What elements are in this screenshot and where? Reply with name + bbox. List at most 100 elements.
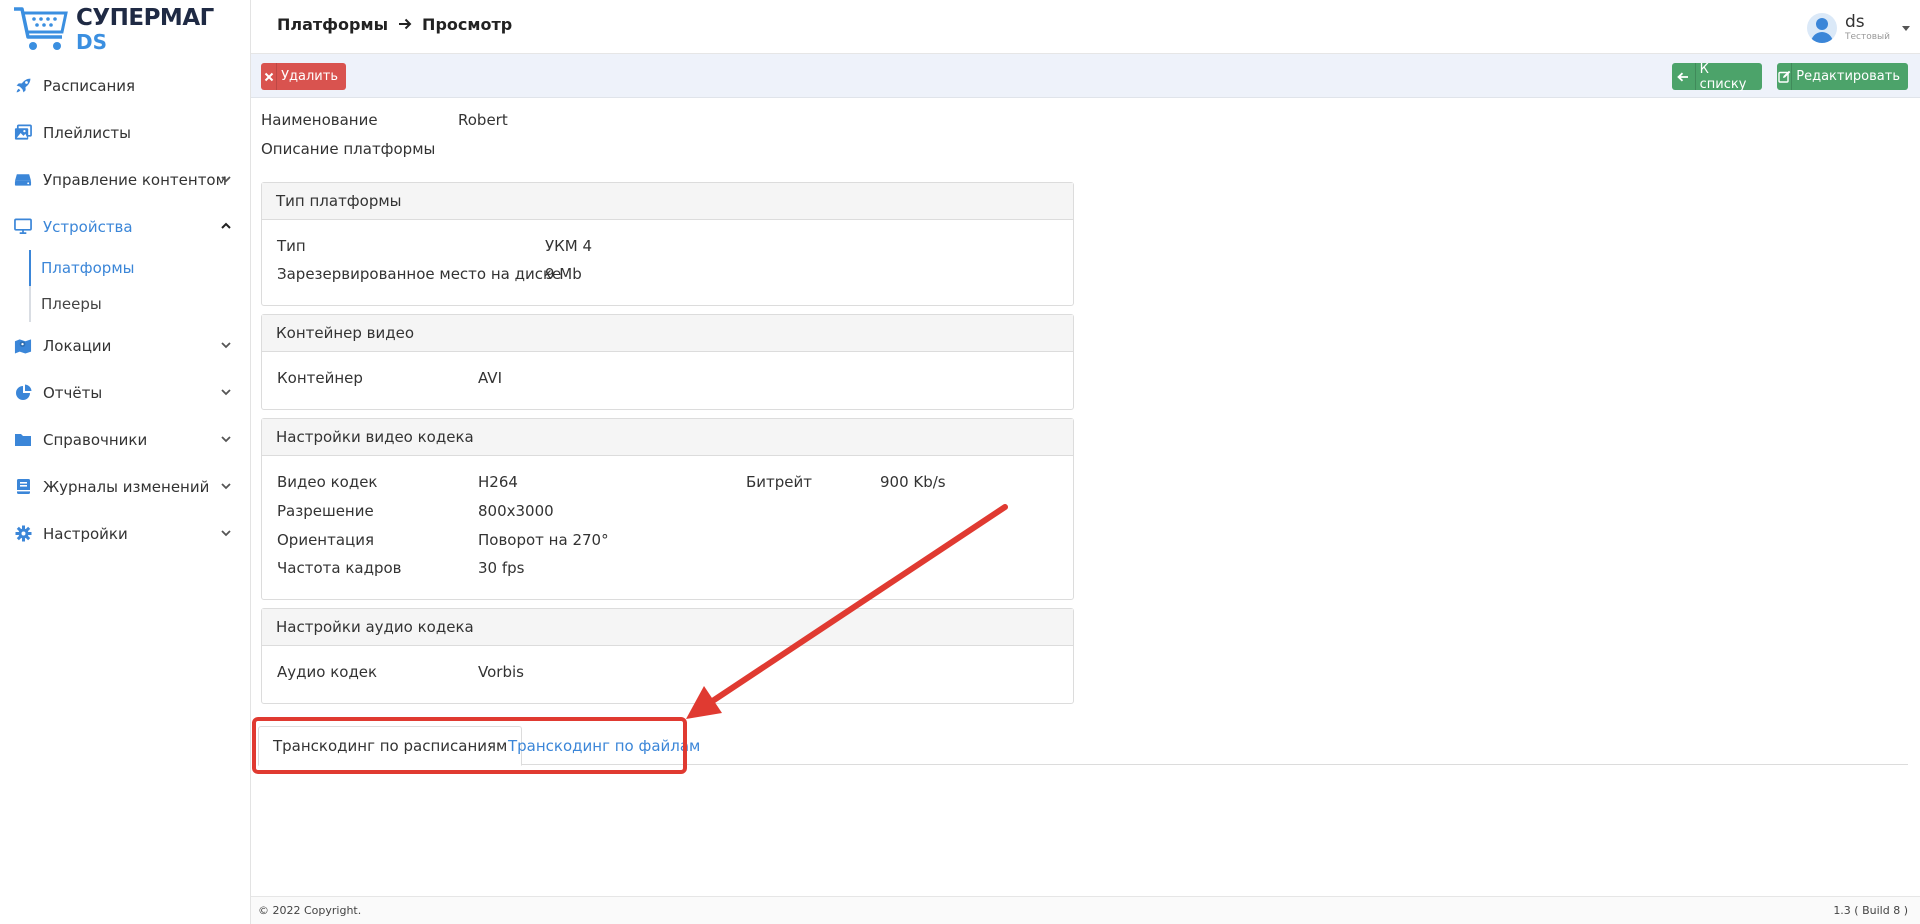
sidebar: СУПЕРМАГ DS Расписания Плейлисты Управле… bbox=[0, 0, 251, 924]
video-container-panel: Контейнер видео Контейнер AVI bbox=[261, 314, 1074, 410]
sidebar-item-reports[interactable]: Отчёты bbox=[0, 369, 250, 416]
sidebar-item-label: Расписания bbox=[43, 76, 136, 95]
sidebar-nav: Расписания Плейлисты Управление контенто… bbox=[0, 62, 250, 557]
sidebar-item-references[interactable]: Справочники bbox=[0, 416, 250, 463]
tab-file-transcoding[interactable]: Транскодинг по файлам bbox=[494, 726, 714, 765]
panel-title: Настройки видео кодека bbox=[262, 419, 1073, 456]
sidebar-item-label: Устройства bbox=[43, 217, 133, 236]
close-icon bbox=[261, 63, 278, 90]
panel-title: Тип платформы bbox=[262, 183, 1073, 220]
orientation-value: Поворот на 270° bbox=[478, 531, 609, 549]
book-icon bbox=[14, 478, 32, 496]
sidebar-subitem-platforms[interactable]: Платформы bbox=[31, 250, 250, 286]
sidebar-subitem-players[interactable]: Плееры bbox=[31, 286, 250, 322]
folder-icon bbox=[14, 431, 32, 449]
user-info: ds Тестовый bbox=[1845, 14, 1890, 42]
video-codec-panel: Настройки видео кодека Видео кодек H264 … bbox=[261, 418, 1074, 600]
container-label: Контейнер bbox=[277, 369, 363, 387]
drive-icon bbox=[14, 171, 32, 189]
sidebar-item-label: Журналы изменений bbox=[43, 477, 210, 496]
breadcrumb-platforms[interactable]: Платформы bbox=[277, 15, 388, 34]
logo[interactable]: СУПЕРМАГ DS bbox=[12, 4, 214, 54]
video-codec-value: H264 bbox=[478, 473, 518, 491]
images-icon bbox=[14, 124, 32, 142]
type-label: Тип bbox=[277, 237, 306, 255]
sidebar-item-label: Отчёты bbox=[43, 383, 103, 402]
cart-logo-icon bbox=[12, 5, 70, 53]
sidebar-item-settings[interactable]: Настройки bbox=[0, 510, 250, 557]
pie-chart-icon bbox=[14, 384, 32, 402]
sidebar-item-label: Справочники bbox=[43, 430, 148, 449]
fps-value: 30 fps bbox=[478, 559, 525, 577]
description-label: Описание платформы bbox=[261, 140, 436, 158]
audio-codec-label: Аудио кодек bbox=[277, 663, 378, 681]
sidebar-item-playlists[interactable]: Плейлисты bbox=[0, 109, 250, 156]
delete-button[interactable]: Удалить bbox=[261, 63, 346, 90]
resolution-value: 800x3000 bbox=[478, 502, 554, 520]
edit-button[interactable]: Редактировать bbox=[1777, 63, 1908, 90]
edit-label: Редактировать bbox=[1796, 69, 1900, 84]
sidebar-subitem-label: Платформы bbox=[41, 259, 135, 277]
caret-down-icon bbox=[1902, 25, 1910, 31]
chevron-down-icon bbox=[221, 482, 231, 489]
edit-icon bbox=[1777, 63, 1793, 90]
back-label: К списку bbox=[1699, 61, 1747, 92]
sidebar-item-label: Локации bbox=[43, 336, 112, 355]
sidebar-item-label: Управление контентом bbox=[43, 170, 227, 189]
logo-text: СУПЕРМАГ DS bbox=[76, 4, 214, 54]
audio-codec-value: Vorbis bbox=[478, 663, 524, 681]
fps-label: Частота кадров bbox=[277, 559, 402, 577]
name-label: Наименование bbox=[261, 111, 378, 129]
disk-reserve-value: 9 Mb bbox=[545, 265, 582, 283]
avatar bbox=[1807, 13, 1837, 43]
audio-codec-panel: Настройки аудио кодека Аудио кодек Vorbi… bbox=[261, 608, 1074, 704]
chevron-down-icon bbox=[221, 388, 231, 395]
sidebar-item-locations[interactable]: Локации bbox=[0, 322, 250, 369]
video-codec-label: Видео кодек bbox=[277, 473, 378, 491]
version: 1.3 ( Build 8 ) bbox=[1833, 904, 1908, 917]
sub-nav-devices: Платформы Плееры bbox=[29, 250, 250, 322]
logo-line2: DS bbox=[76, 29, 108, 54]
toolbar: Удалить К списку Редактировать bbox=[251, 54, 1920, 98]
panel-title: Контейнер видео bbox=[262, 315, 1073, 352]
chevron-down-icon bbox=[221, 175, 231, 182]
breadcrumb: Платформы Просмотр bbox=[277, 15, 512, 34]
top-header: Платформы Просмотр ds Тестовый bbox=[251, 0, 1920, 54]
chevron-down-icon bbox=[221, 529, 231, 536]
user-role: Тестовый bbox=[1845, 32, 1890, 42]
copyright: © 2022 Copyright. bbox=[258, 904, 362, 917]
transcoding-tabs: Транскодинг по расписаниям Транскодинг п… bbox=[258, 726, 1908, 766]
sidebar-item-label: Плейлисты bbox=[43, 123, 132, 142]
user-name: ds bbox=[1845, 12, 1865, 32]
bitrate-label: Битрейт bbox=[746, 473, 813, 491]
bitrate-value: 900 Kb/s bbox=[880, 473, 946, 491]
arrow-right-icon bbox=[398, 15, 412, 34]
sidebar-item-content[interactable]: Управление контентом bbox=[0, 156, 250, 203]
disk-reserve-label: Зарезервированное место на диске bbox=[277, 265, 562, 283]
sidebar-subitem-label: Плееры bbox=[41, 295, 102, 313]
footer: © 2022 Copyright. 1.3 ( Build 8 ) bbox=[251, 896, 1920, 924]
rocket-icon bbox=[14, 77, 32, 95]
type-value: УКМ 4 bbox=[545, 237, 593, 255]
breadcrumb-view: Просмотр bbox=[422, 15, 513, 34]
resolution-label: Разрешение bbox=[277, 502, 374, 520]
sidebar-item-changelogs[interactable]: Журналы изменений bbox=[0, 463, 250, 510]
sidebar-item-devices[interactable]: Устройства bbox=[0, 203, 250, 250]
sidebar-item-schedules[interactable]: Расписания bbox=[0, 62, 250, 109]
gear-icon bbox=[14, 525, 32, 543]
name-value: Robert bbox=[458, 111, 508, 129]
logo-line1: СУПЕРМАГ bbox=[76, 4, 214, 31]
user-menu[interactable]: ds Тестовый bbox=[1807, 8, 1910, 48]
container-value: AVI bbox=[478, 369, 502, 387]
chevron-down-icon bbox=[221, 435, 231, 442]
platform-type-panel: Тип платформы Тип УКМ 4 Зарезервированно… bbox=[261, 182, 1074, 306]
tab-schedule-transcoding[interactable]: Транскодинг по расписаниям bbox=[258, 726, 523, 766]
sidebar-item-label: Настройки bbox=[43, 524, 128, 543]
chevron-down-icon bbox=[221, 341, 231, 348]
panel-title: Настройки аудио кодека bbox=[262, 609, 1073, 646]
delete-label: Удалить bbox=[281, 69, 338, 84]
back-to-list-button[interactable]: К списку bbox=[1672, 61, 1762, 92]
monitor-icon bbox=[14, 218, 32, 236]
orientation-label: Ориентация bbox=[277, 531, 375, 549]
chevron-up-icon bbox=[221, 222, 231, 229]
